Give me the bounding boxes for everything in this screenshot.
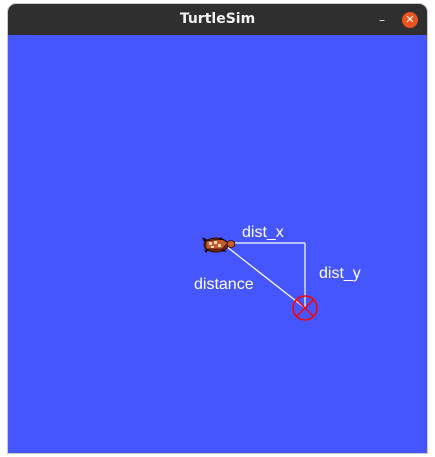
dist-x-label: dist_x bbox=[242, 224, 284, 241]
turtlesim-window: TurtleSim – ✕ dist_x dist_y distance bbox=[8, 4, 427, 453]
dist-y-label: dist_y bbox=[319, 265, 361, 282]
distance-label: distance bbox=[194, 276, 254, 293]
distance-diagram bbox=[202, 237, 318, 321]
turtle-canvas: dist_x dist_y distance bbox=[8, 35, 427, 453]
title-bar[interactable]: TurtleSim – ✕ bbox=[8, 4, 427, 35]
turtle-icon bbox=[202, 237, 236, 253]
window-title: TurtleSim bbox=[179, 11, 256, 27]
minimize-button[interactable]: – bbox=[374, 12, 390, 28]
close-button[interactable]: ✕ bbox=[402, 12, 418, 28]
